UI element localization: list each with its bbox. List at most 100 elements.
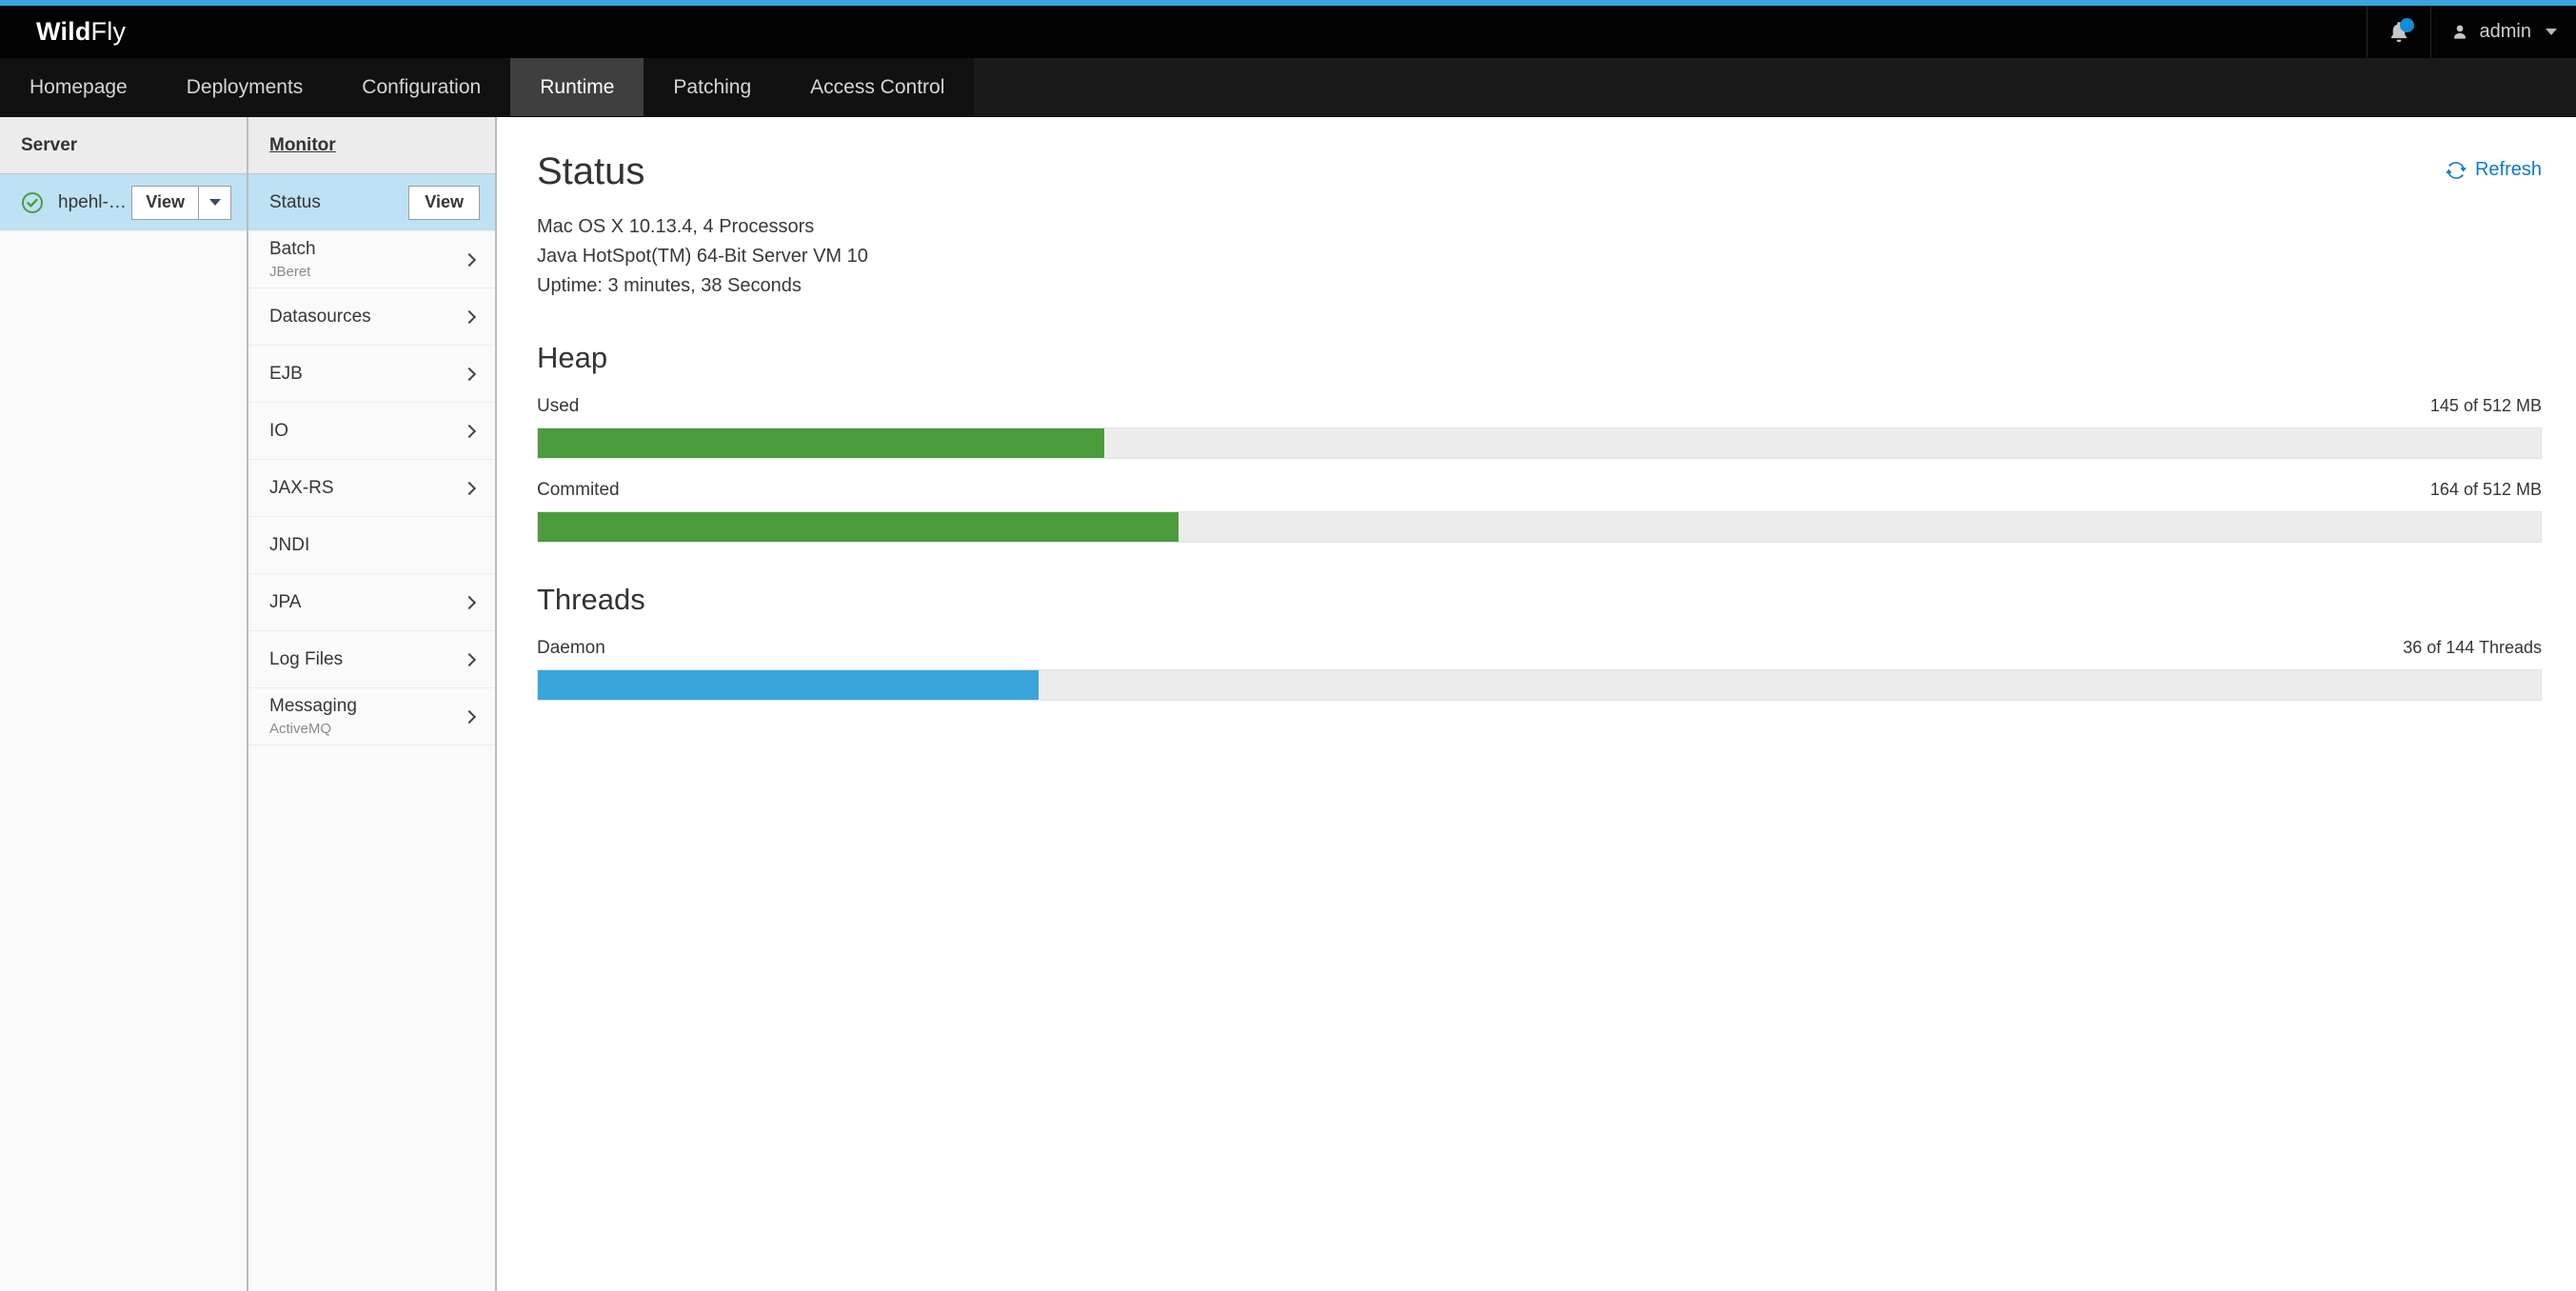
chevron-right-icon — [462, 252, 477, 267]
monitor-item-label: EJB — [269, 363, 303, 384]
monitor-item-ejb-labels: EJB — [269, 364, 465, 385]
nav-item-runtime[interactable]: Runtime — [510, 58, 644, 116]
monitor-item-jndi-labels: JNDI — [269, 535, 480, 556]
monitor-item-jndi[interactable]: JNDI — [248, 517, 495, 574]
status-view-button[interactable]: View — [408, 185, 480, 220]
monitor-item-io[interactable]: IO — [248, 403, 495, 460]
main-navigation: Homepage Deployments Configuration Runti… — [0, 58, 2576, 117]
refresh-icon — [2445, 160, 2467, 181]
workspace: Server hpehl-macb... View — [0, 117, 2576, 1291]
server-meta-block: Mac OS X 10.13.4, 4 Processors Java HotS… — [537, 212, 868, 301]
heap-used-head: Used 145 of 512 MB — [537, 396, 2542, 417]
threads-daemon-progress-track — [537, 669, 2542, 701]
threads-daemon-value: 36 of 144 Threads — [2403, 638, 2542, 657]
threads-daemon-head: Daemon 36 of 144 Threads — [537, 638, 2542, 659]
chevron-right-icon — [462, 709, 477, 724]
threads-section: Threads Daemon 36 of 144 Threads — [537, 583, 2542, 701]
monitor-item-sublabel: ActiveMQ — [269, 721, 332, 737]
refresh-label: Refresh — [2474, 159, 2542, 180]
monitor-item-jax-rs[interactable]: JAX-RS — [248, 460, 495, 517]
heap-commited-progress-fill — [538, 512, 1179, 542]
user-icon — [2450, 22, 2469, 43]
monitor-item-label: JPA — [269, 591, 302, 612]
heap-used-value: 145 of 512 MB — [2429, 396, 2542, 415]
monitor-column-title[interactable]: Monitor — [269, 135, 336, 156]
bell-icon — [2387, 17, 2414, 46]
nav-item-patching[interactable]: Patching — [644, 58, 782, 116]
check-circle-icon — [21, 191, 44, 214]
heap-used-metric: Used 145 of 512 MB — [537, 396, 2542, 459]
monitor-item-jpa-labels: JPA — [269, 592, 465, 613]
logo-light-part: Fly — [90, 17, 127, 46]
monitor-item-label: JAX-RS — [269, 477, 334, 498]
server-view-dropdown-toggle[interactable] — [199, 185, 231, 220]
server-row-label-wrap: hpehl-macb... — [58, 192, 131, 213]
refresh-button[interactable]: Refresh — [2445, 159, 2542, 181]
monitor-item-batch-labels: Batch JBeret — [269, 239, 465, 280]
nav-item-deployments[interactable]: Deployments — [156, 58, 333, 116]
chevron-down-icon — [208, 199, 221, 206]
page-title: Status — [537, 150, 645, 192]
monitor-item-jax-rs-labels: JAX-RS — [269, 478, 465, 499]
notification-badge-dot — [2399, 17, 2414, 32]
chevron-right-icon — [462, 367, 477, 381]
nav-item-homepage[interactable]: Homepage — [0, 58, 157, 116]
threads-daemon-label: Daemon — [537, 638, 605, 658]
heap-used-progress-fill — [538, 428, 1105, 458]
monitor-item-label: Batch — [269, 239, 316, 259]
monitor-item-label: JNDI — [269, 534, 310, 555]
meta-os-line: Mac OS X 10.13.4, 4 Processors — [537, 216, 815, 237]
monitor-item-status-labels: Status — [269, 192, 408, 213]
monitor-item-label: Datasources — [269, 306, 371, 327]
heap-commited-progress-track — [537, 511, 2542, 543]
heap-section: Heap Used 145 of 512 MB Commited 164 of … — [537, 341, 2542, 543]
server-view-split-button: View — [131, 185, 231, 220]
brand-bar-actions: admin — [2366, 6, 2576, 58]
monitor-item-datasources[interactable]: Datasources — [248, 288, 495, 346]
meta-uptime-line: Uptime: 3 minutes, 38 Seconds — [537, 275, 802, 296]
meta-vm-line: Java HotSpot(TM) 64-Bit Server VM 10 — [537, 246, 868, 267]
heap-commited-label: Commited — [537, 480, 620, 500]
threads-section-title: Threads — [537, 583, 645, 616]
user-name-label: admin — [2479, 21, 2531, 42]
monitor-item-label: IO — [269, 420, 289, 441]
server-name-label: hpehl-macb... — [58, 191, 131, 212]
threads-daemon-metric: Daemon 36 of 144 Threads — [537, 638, 2542, 701]
monitor-item-log-files[interactable]: Log Files — [248, 631, 495, 688]
notifications-button[interactable] — [2366, 6, 2430, 58]
monitor-item-batch[interactable]: Batch JBeret — [248, 231, 495, 288]
monitor-item-sublabel: JBeret — [269, 264, 311, 280]
threads-daemon-progress-fill — [538, 670, 1039, 700]
nav-item-configuration[interactable]: Configuration — [332, 58, 511, 116]
user-menu-button[interactable]: admin — [2429, 6, 2576, 58]
server-column-body: hpehl-macb... View — [0, 174, 247, 1291]
server-column-header: Server — [0, 117, 247, 174]
monitor-item-messaging[interactable]: Messaging ActiveMQ — [248, 688, 495, 745]
chevron-right-icon — [462, 424, 477, 438]
monitor-item-label: Log Files — [269, 648, 344, 669]
heap-used-progress-track — [537, 427, 2542, 459]
monitor-item-datasources-labels: Datasources — [269, 307, 465, 328]
monitor-column: Monitor Status View Batch JBeret Datasou… — [248, 117, 497, 1291]
monitor-item-status[interactable]: Status View — [248, 174, 495, 231]
logo-bold-part: Wild — [36, 17, 91, 46]
chevron-down-icon — [2546, 29, 2557, 35]
brand-bar: WildFly admin — [0, 6, 2576, 58]
heap-commited-head: Commited 164 of 512 MB — [537, 480, 2542, 501]
monitor-item-label: Messaging — [269, 696, 357, 716]
server-column-title: Server — [21, 134, 78, 155]
monitor-item-jpa[interactable]: JPA — [248, 574, 495, 631]
server-row-hpehl-macb[interactable]: hpehl-macb... View — [0, 174, 247, 231]
heap-commited-value: 164 of 512 MB — [2429, 480, 2542, 499]
server-column: Server hpehl-macb... View — [0, 117, 248, 1291]
chevron-right-icon — [462, 595, 477, 609]
server-view-button[interactable]: View — [131, 185, 199, 220]
chevron-right-icon — [462, 481, 477, 495]
page-title-block: Status Mac OS X 10.13.4, 4 Processors Ja… — [537, 149, 868, 301]
nav-item-access-control[interactable]: Access Control — [781, 58, 975, 116]
monitor-item-label: Status — [269, 191, 321, 212]
monitor-item-ejb[interactable]: EJB — [248, 346, 495, 403]
wildfly-logo[interactable]: WildFly — [0, 17, 126, 47]
monitor-item-log-files-labels: Log Files — [269, 649, 465, 670]
chevron-right-icon — [462, 309, 477, 324]
